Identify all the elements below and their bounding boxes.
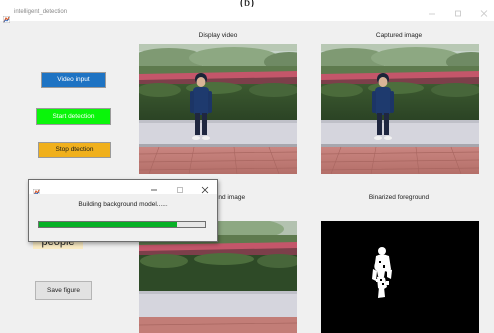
dialog-message: Building background model...... xyxy=(78,201,168,208)
video-input-button[interactable]: Video input xyxy=(41,72,106,88)
matlab-figure-icon xyxy=(2,10,11,24)
dialog-maximize-icon xyxy=(175,182,185,193)
window-title: intelligent_detection xyxy=(14,9,68,15)
binarized-foreground-title: Binarized foreground xyxy=(368,194,430,201)
captured-image-title: Captured image xyxy=(375,32,423,39)
title-bar: intelligent_detection xyxy=(0,7,494,24)
save-figure-button[interactable]: Save figure xyxy=(35,281,92,300)
captured-image-axes xyxy=(321,44,479,174)
dialog-minimize-icon[interactable] xyxy=(149,182,159,192)
display-video-title: Display video xyxy=(198,32,238,39)
maximize-icon[interactable] xyxy=(452,8,464,19)
dialog-title-bar xyxy=(29,180,217,197)
matlab-figure-icon xyxy=(32,183,41,197)
close-icon[interactable] xyxy=(478,8,490,19)
app-window: intelligent_detection Display video Capt… xyxy=(0,7,494,333)
display-video-axes xyxy=(139,44,297,174)
binarized-foreground-axes xyxy=(321,221,479,333)
progress-bar xyxy=(38,221,206,228)
start-detection-button[interactable]: Start detection xyxy=(36,108,111,125)
stop-detection-button[interactable]: Stop dtection xyxy=(38,142,111,158)
figure-label: (b) xyxy=(240,0,254,7)
minimize-icon[interactable] xyxy=(426,8,438,19)
progress-bar-fill xyxy=(39,222,177,227)
dialog-close-icon[interactable] xyxy=(200,182,210,194)
progress-dialog: Building background model...... xyxy=(28,179,218,242)
